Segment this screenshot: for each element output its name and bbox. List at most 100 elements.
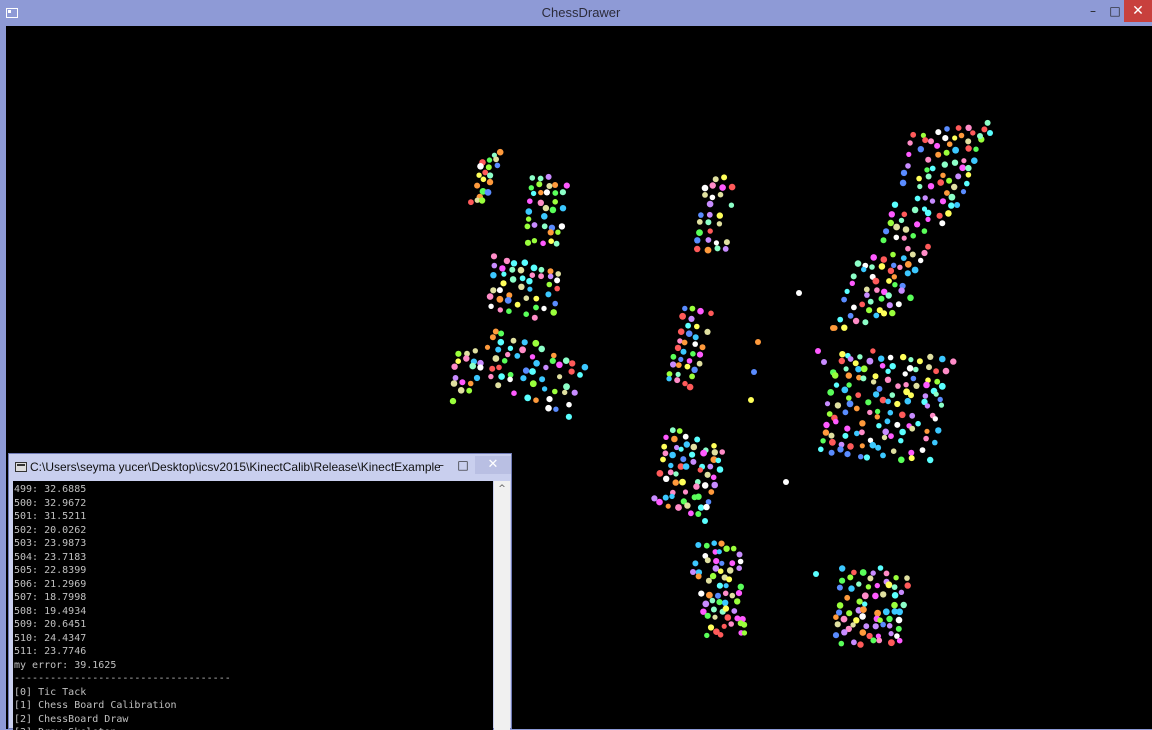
plot-point [722, 590, 729, 597]
plot-point [863, 623, 870, 630]
plot-point [855, 392, 862, 398]
plot-point [656, 498, 663, 506]
plot-point [841, 296, 847, 303]
plot-point [874, 414, 880, 420]
plot-point [555, 229, 561, 235]
plot-point [815, 348, 821, 354]
plot-point [713, 558, 720, 565]
plot-point [854, 260, 862, 267]
plot-point [836, 584, 843, 591]
plot-point [944, 126, 950, 132]
plot-point [716, 582, 724, 589]
plot-point [910, 233, 916, 239]
plot-point [488, 303, 494, 309]
plot-point [863, 454, 871, 461]
plot-point [488, 373, 494, 380]
plot-point [965, 172, 972, 178]
plot-point [910, 375, 917, 382]
plot-point [899, 428, 906, 436]
plot-point [741, 621, 748, 628]
plot-point [718, 540, 725, 547]
plot-point [847, 356, 854, 362]
plot-point [874, 408, 881, 415]
plot-point [686, 383, 694, 391]
console-line: 501: 31.5211 [14, 511, 87, 522]
plot-point [741, 630, 748, 636]
console-line: ------------------------------------ [14, 673, 231, 684]
console-line: 504: 23.7183 [14, 551, 87, 563]
plot-point [457, 387, 465, 394]
console-line: 507: 18.7998 [14, 592, 87, 603]
plot-point [514, 353, 521, 359]
plot-point [901, 235, 907, 241]
plot-point [898, 589, 905, 595]
plot-point [677, 328, 685, 336]
plot-point [675, 504, 682, 511]
plot-point [734, 615, 741, 622]
title-bar[interactable]: ChessDrawer – □ ✕ [0, 0, 1152, 26]
plot-point [728, 202, 735, 208]
plot-point [666, 376, 672, 382]
plot-point [890, 448, 897, 455]
plot-point [924, 428, 930, 434]
console-close-button[interactable]: ✕ [475, 456, 511, 474]
plot-point [723, 545, 730, 552]
console-output[interactable]: 499: 32.6885 500: 32.9672 501: 31.5211 502:… [13, 481, 493, 730]
plot-point [557, 374, 563, 380]
plot-point [716, 549, 722, 555]
plot-point [929, 165, 936, 172]
console-title-bar[interactable]: C:\Users\seyma yucer\Desktop\icsv2015\Ki… [9, 454, 511, 480]
maximize-button[interactable]: □ [1104, 0, 1126, 22]
console-maximize-button[interactable]: □ [455, 456, 471, 474]
plot-point [711, 443, 717, 449]
plot-point [473, 374, 481, 382]
plot-point [480, 176, 487, 183]
plot-point [495, 346, 502, 353]
plot-point [543, 364, 549, 371]
plot-point [696, 229, 703, 237]
plot-point [872, 277, 880, 285]
plot-point [893, 223, 900, 231]
plot-point [867, 409, 873, 416]
plot-point [667, 469, 674, 476]
plot-point [477, 163, 484, 170]
plot-point [726, 576, 733, 583]
plot-point [450, 380, 458, 387]
plot-point [891, 592, 899, 599]
plot-point [668, 462, 674, 469]
plot-point [847, 574, 854, 581]
plot-point [719, 184, 726, 191]
plot-point [696, 351, 704, 358]
plot-point [669, 427, 676, 434]
plot-point [832, 632, 840, 639]
plot-point [497, 338, 505, 346]
plot-point [536, 181, 543, 188]
plot-point [945, 210, 952, 217]
scroll-up-icon[interactable]: ^ [494, 481, 510, 497]
plot-point [711, 481, 718, 489]
plot-point [884, 376, 892, 383]
plot-point [906, 151, 912, 157]
plot-point [527, 286, 533, 292]
console-window[interactable]: C:\Users\seyma yucer\Desktop\icsv2015\Ki… [8, 453, 512, 730]
plot-point [549, 206, 557, 214]
plot-point [948, 202, 955, 209]
plot-point [695, 542, 702, 548]
plot-point [555, 271, 561, 277]
plot-point [941, 161, 948, 168]
plot-point [522, 367, 530, 374]
plot-point [669, 451, 676, 459]
console-scrollbar[interactable]: ^ [494, 481, 510, 730]
plot-point [885, 581, 893, 589]
plot-point [493, 156, 499, 163]
minimize-button[interactable]: – [1082, 0, 1104, 22]
close-button[interactable]: ✕ [1124, 0, 1152, 22]
plot-point [683, 441, 690, 448]
plot-point [847, 443, 854, 450]
plot-point [900, 353, 907, 361]
plot-point [709, 182, 716, 189]
plot-point [692, 560, 699, 567]
console-minimize-button[interactable]: – [433, 456, 449, 474]
plot-point [546, 396, 553, 403]
plot-point [694, 323, 700, 330]
